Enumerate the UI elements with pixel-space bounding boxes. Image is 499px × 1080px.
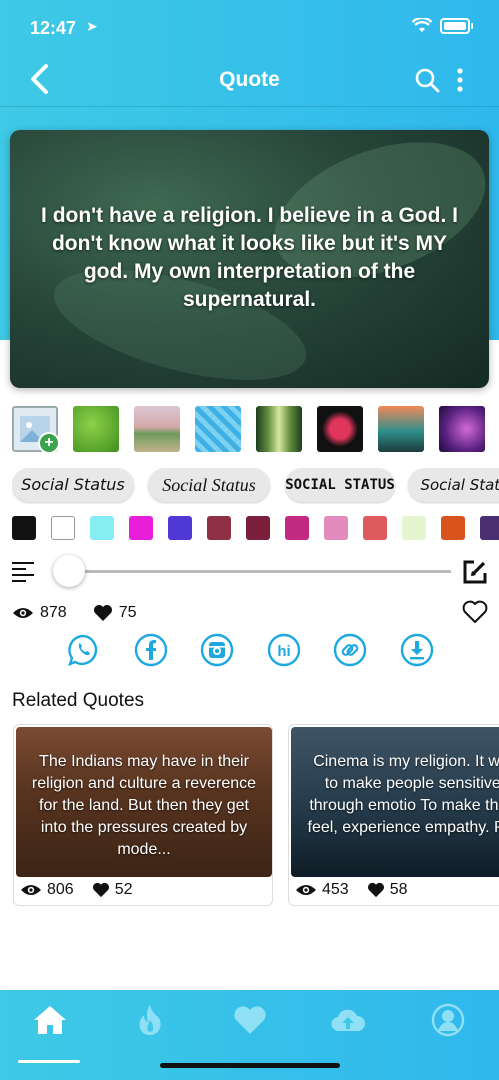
nav-bar: Quote	[0, 58, 499, 104]
tab-upload[interactable]	[328, 1000, 368, 1040]
background-thumb-galaxy[interactable]	[439, 406, 485, 452]
related-quote-text-content: Cinema is my religion. It way to make pe…	[307, 753, 499, 836]
background-thumb-field[interactable]	[134, 406, 180, 452]
color-swatch[interactable]	[363, 516, 387, 540]
more-icon[interactable]	[455, 67, 465, 93]
related-quote-card[interactable]: Cinema is my religion. It way to make pe…	[288, 724, 499, 906]
link-icon[interactable]	[333, 633, 367, 667]
related-quote-text: Cinema is my religion. It way to make pe…	[305, 751, 499, 839]
instagram-icon[interactable]	[200, 633, 234, 667]
home-icon	[34, 1006, 66, 1034]
hike-icon[interactable]: hi	[267, 633, 301, 667]
background-thumb-grass[interactable]	[73, 406, 119, 452]
background-thumb-sunset[interactable]	[378, 406, 424, 452]
add-image-button[interactable]: +	[12, 406, 60, 454]
related-quote-stats: 453 58	[295, 881, 408, 899]
tab-favorites[interactable]	[230, 1000, 270, 1040]
home-indicator	[160, 1063, 340, 1068]
color-swatch[interactable]	[480, 516, 499, 540]
font-size-row	[12, 555, 491, 589]
background-thumb-forest[interactable]	[256, 406, 302, 452]
quote-stats: 878 75	[12, 601, 137, 625]
related-quote-card[interactable]: The Indians may have in their religion a…	[13, 724, 273, 906]
quote-text: I don't have a religion. I believe in a …	[41, 204, 458, 311]
eye-icon	[21, 885, 41, 895]
facebook-icon[interactable]	[134, 633, 168, 667]
color-swatch[interactable]	[90, 516, 114, 540]
font-size-slider-track[interactable]	[68, 570, 451, 573]
trending-icon	[139, 1005, 161, 1035]
profile-icon	[431, 1003, 465, 1037]
font-chip[interactable]: Social Status	[408, 468, 499, 502]
views-count: 806	[47, 881, 74, 898]
color-swatch[interactable]	[51, 516, 75, 540]
color-swatch[interactable]	[402, 516, 426, 540]
color-swatch[interactable]	[285, 516, 309, 540]
font-size-slider-knob[interactable]	[53, 555, 85, 587]
download-icon[interactable]	[400, 633, 434, 667]
active-tab-indicator	[18, 1060, 80, 1063]
color-swatch[interactable]	[168, 516, 192, 540]
font-chip[interactable]: Social Status	[148, 468, 270, 502]
likes-count: 58	[389, 881, 408, 898]
search-icon[interactable]	[414, 67, 440, 93]
header-divider	[0, 106, 499, 107]
section-title: Related Quotes	[12, 690, 145, 711]
share-bar: hi	[67, 633, 437, 673]
whatsapp-icon[interactable]	[67, 633, 101, 667]
background-picker: +	[12, 406, 499, 454]
eye-icon	[13, 608, 33, 618]
status-time: 12:47	[30, 18, 77, 38]
font-chip[interactable]: Social Status	[12, 468, 134, 502]
heart-icon	[367, 882, 384, 898]
color-swatch[interactable]	[324, 516, 348, 540]
upload-icon	[331, 1009, 366, 1032]
font-chip[interactable]: SOCIAL STATUS	[285, 468, 395, 502]
favorites-icon	[234, 1006, 266, 1034]
related-quote-image: Cinema is my religion. It way to make pe…	[291, 727, 499, 877]
wifi-icon	[412, 18, 432, 32]
color-swatch[interactable]	[12, 516, 36, 540]
background-thumb-rose[interactable]	[317, 406, 363, 452]
color-swatch[interactable]	[207, 516, 231, 540]
heart-icon	[92, 882, 109, 898]
color-swatch[interactable]	[246, 516, 270, 540]
related-quote-text: The Indians may have in their religion a…	[31, 753, 257, 858]
font-picker: Social Status Social Status SOCIAL STATU…	[12, 468, 499, 504]
likes-count: 52	[114, 881, 133, 898]
background-thumb-water[interactable]	[195, 406, 241, 452]
tab-home[interactable]	[30, 1000, 70, 1040]
tab-profile[interactable]	[428, 1000, 468, 1040]
heart-icon	[93, 605, 112, 621]
eye-icon	[296, 885, 316, 895]
views-count: 453	[322, 881, 349, 898]
likes-count: 75	[118, 604, 137, 621]
add-icon: +	[38, 432, 60, 454]
battery-icon	[440, 18, 473, 34]
color-swatch[interactable]	[441, 516, 465, 540]
views-count: 878	[40, 604, 67, 621]
color-swatch[interactable]	[129, 516, 153, 540]
color-picker	[12, 516, 499, 542]
edit-icon[interactable]	[462, 559, 488, 585]
align-left-icon[interactable]	[12, 561, 36, 583]
related-quote-stats: 806 52	[20, 881, 133, 899]
tab-trending[interactable]	[130, 1000, 170, 1040]
svg-text:hi: hi	[277, 643, 290, 660]
related-quote-image: The Indians may have in their religion a…	[16, 727, 272, 877]
like-button-icon[interactable]	[462, 600, 488, 624]
status-bar: 12:47 ➤	[30, 18, 473, 42]
location-icon: ➤	[86, 18, 98, 34]
quote-card[interactable]: I don't have a religion. I believe in a …	[10, 130, 489, 388]
